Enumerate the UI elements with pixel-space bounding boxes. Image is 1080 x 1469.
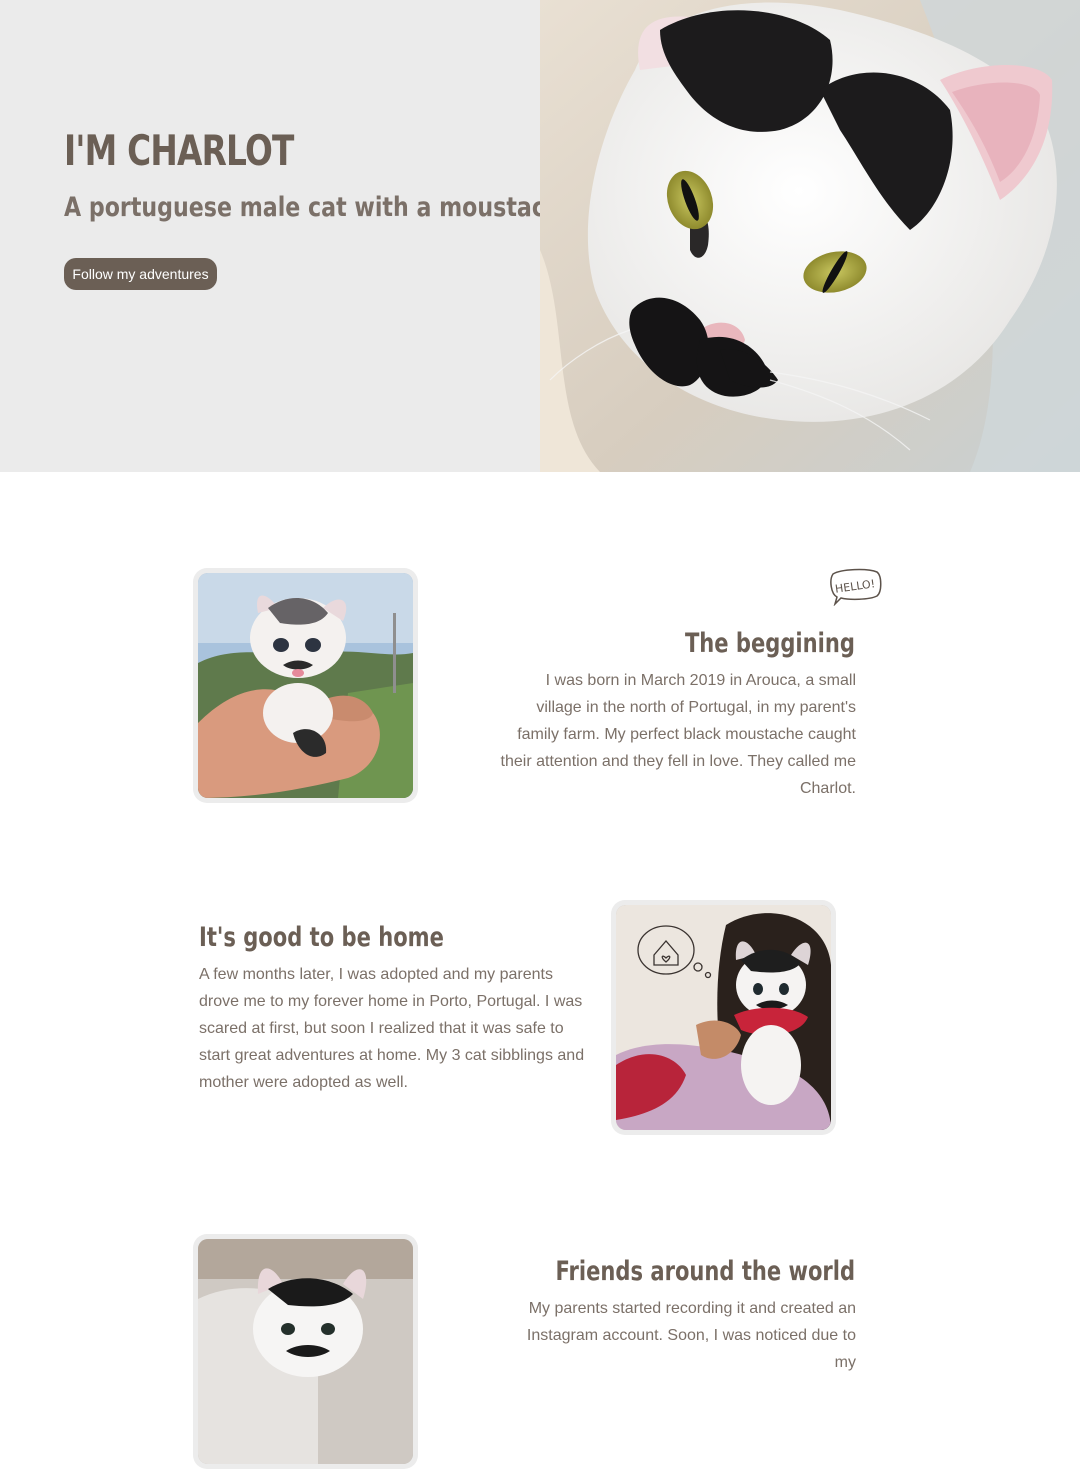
section-body-text: A few months later, I was adopted and my… xyxy=(199,966,585,1091)
hero-subtitle: A portuguese male cat with a moustache xyxy=(64,192,576,223)
follow-adventures-button[interactable]: Follow my adventures xyxy=(64,258,217,290)
section-body-text: I was born in March 2019 in Arouca, a sm… xyxy=(500,672,856,797)
kitten-in-hand-photo xyxy=(193,568,418,803)
hero-cat-photo xyxy=(540,0,1080,472)
section-heading: It's good to be home xyxy=(199,922,444,953)
hero-title: I'M CHARLOT xyxy=(64,126,294,175)
hero-text-panel: I'M CHARLOT A portuguese male cat with a… xyxy=(0,0,576,472)
hello-badge-text: HELLO! xyxy=(834,577,876,595)
section-heading: Friends around the world xyxy=(555,1256,855,1287)
hello-speech-bubble-icon: HELLO! xyxy=(830,568,882,606)
section-body-text: My parents started recording it and crea… xyxy=(526,1300,856,1371)
cat-lying-photo xyxy=(193,1234,418,1469)
section-heading: The beggining xyxy=(685,628,855,659)
kitten-on-shoulder-photo xyxy=(611,900,836,1135)
hero-section: I'M CHARLOT A portuguese male cat with a… xyxy=(0,0,1080,472)
